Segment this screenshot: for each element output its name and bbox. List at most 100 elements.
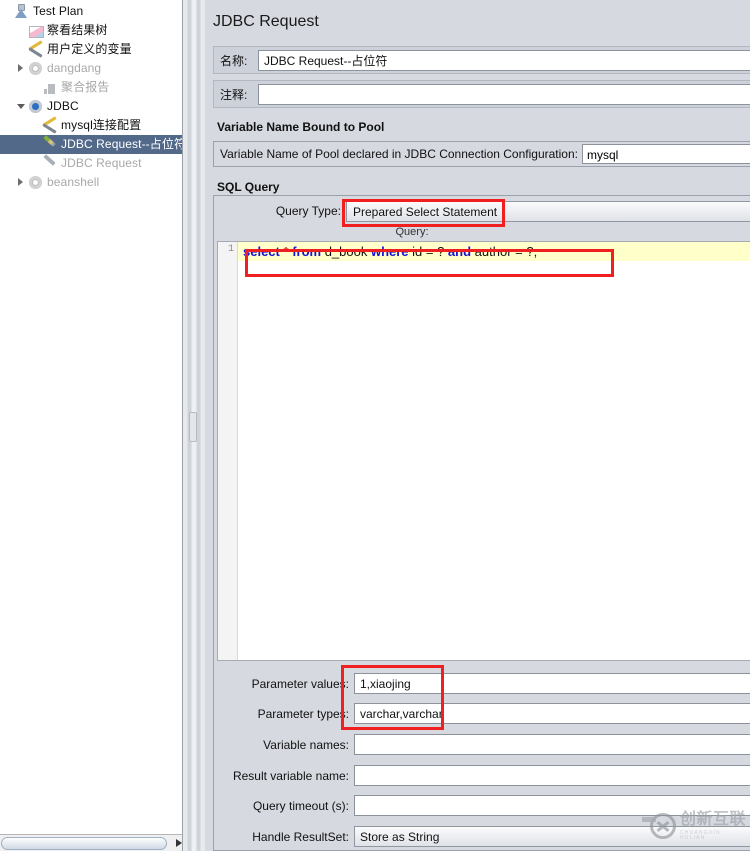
watermark-text: 创新互联 CHUANGXIN HULIAN (680, 811, 746, 841)
tree-toggle-placeholder (28, 116, 41, 135)
tree-item-label: Test Plan (33, 4, 84, 18)
sql-token: id = ? (408, 244, 448, 259)
tree-item[interactable]: JDBC Request (0, 154, 182, 173)
sql-token: d_book (321, 244, 371, 259)
sql-token: * (283, 244, 289, 259)
pool-variable-row: Variable Name of Pool declared in JDBC C… (213, 141, 750, 167)
sql-token: select (243, 244, 280, 259)
tree-item-label: dangdang (47, 61, 102, 75)
pencil-green-icon (41, 136, 59, 153)
result-variable-name-row: Result variable name: (214, 761, 750, 790)
watermark-x-circle-icon (650, 813, 676, 839)
tree-expand-toggle-icon[interactable] (14, 59, 27, 78)
tree-expand-toggle-icon[interactable] (14, 173, 27, 192)
tree-item[interactable]: mysql连接配置 (0, 116, 182, 135)
tree-item[interactable]: 聚合报告 (0, 78, 182, 97)
wrench-icon (27, 41, 45, 58)
page-title: JDBC Request (213, 13, 319, 30)
tree-item[interactable]: beanshell (0, 173, 182, 192)
parameter-types-label: Parameter types: (257, 706, 349, 721)
query-timeout-label: Query timeout (s): (252, 798, 349, 813)
tree-item-label: mysql连接配置 (61, 118, 142, 132)
parameter-values-input[interactable]: 1,xiaojing (354, 673, 750, 694)
tree-item[interactable]: 察看结果树 (0, 21, 182, 40)
tree-toggle-placeholder (28, 135, 41, 154)
line-number: 1 (227, 244, 234, 255)
tree-item-label: JDBC (47, 99, 79, 113)
result-variable-name-label: Result variable name: (232, 768, 349, 783)
name-label: 名称: (220, 53, 248, 68)
flask-icon (13, 3, 31, 20)
parameter-values-row: Parameter values: 1,xiaojing (214, 669, 750, 698)
sql-token: author = ?; (471, 244, 538, 259)
sql-code-line[interactable]: select * from d_book where id = ? and au… (238, 242, 750, 261)
tree-item-label: 用户定义的变量 (47, 42, 132, 56)
sql-token: where (370, 244, 409, 259)
gear-icon (27, 174, 45, 191)
gear-blue-icon (27, 98, 45, 115)
editor-line-number-gutter: 1 (218, 242, 238, 660)
name-input[interactable]: JDBC Request--占位符 (258, 49, 750, 71)
tree-item-label: 聚合报告 (61, 80, 110, 94)
pencil-icon (41, 155, 59, 172)
query-type-row: Query Type: Prepared Select Statement (214, 196, 750, 226)
tree-collapse-toggle-icon[interactable] (14, 97, 27, 116)
tree-item-label: 察看结果树 (47, 23, 108, 37)
wrench-icon (41, 117, 59, 134)
watermark-logo: 创新互联 CHUANGXIN HULIAN (642, 809, 746, 843)
horizontal-scrollbar[interactable] (0, 834, 182, 851)
tree-item-label: JDBC Request--占位符 (61, 137, 183, 151)
test-plan-tree-panel[interactable]: Test Plan 察看结果树用户定义的变量 dangdang 聚合报告 JDBC mys… (0, 0, 183, 851)
split-pane-grip[interactable] (189, 412, 197, 442)
result-variable-name-input[interactable] (354, 765, 750, 786)
comment-input[interactable] (258, 83, 750, 105)
variable-names-input[interactable] (354, 734, 750, 755)
query-type-select[interactable]: Prepared Select Statement (346, 200, 750, 222)
scrollbar-thumb[interactable] (1, 837, 167, 850)
view-results-tree-icon (27, 22, 45, 39)
tree-toggle-placeholder (14, 21, 27, 40)
tree-toggle-placeholder (0, 2, 13, 21)
pool-group-title: Variable Name Bound to Pool (217, 120, 385, 134)
editor-code-area[interactable]: select * from d_book where id = ? and au… (238, 242, 750, 660)
tree-toggle-placeholder (28, 78, 41, 97)
tree-item[interactable]: Test Plan (0, 2, 182, 21)
gear-icon (27, 60, 45, 77)
tree-item[interactable]: dangdang (0, 59, 182, 78)
tree-item[interactable]: 用户定义的变量 (0, 40, 182, 59)
parameter-types-row: Parameter types: varchar,varchar (214, 699, 750, 728)
query-type-label: Query Type: (275, 204, 341, 218)
tree-item[interactable]: JDBC Request--占位符 (0, 135, 182, 154)
parameter-types-input[interactable]: varchar,varchar (354, 703, 750, 724)
jdbc-request-editor-panel: JDBC Request 名称: JDBC Request--占位符 注释: V… (205, 0, 750, 851)
comment-label: 注释: (220, 87, 248, 102)
tree-item-label: JDBC Request (61, 156, 142, 170)
tree-item-label: beanshell (47, 175, 100, 189)
parameter-values-label: Parameter values: (251, 676, 349, 691)
scroll-right-arrow-icon[interactable] (176, 839, 182, 847)
variable-names-row: Variable names: (214, 730, 750, 759)
sql-query-editor[interactable]: 1 select * from d_book where id = ? and … (217, 241, 750, 661)
sql-token: and (447, 244, 472, 259)
variable-names-label: Variable names: (263, 737, 349, 752)
sql-query-group-title: SQL Query (217, 180, 280, 194)
pool-variable-input[interactable]: mysql (581, 144, 750, 164)
tree-toggle-placeholder (14, 40, 27, 59)
jmeter-window: Test Plan 察看结果树用户定义的变量 dangdang 聚合报告 JDBC mys… (0, 0, 750, 851)
test-plan-tree[interactable]: Test Plan 察看结果树用户定义的变量 dangdang 聚合报告 JDBC mys… (0, 2, 182, 192)
bar-chart-icon (41, 79, 59, 96)
tree-toggle-placeholder (28, 154, 41, 173)
tree-item[interactable]: JDBC (0, 97, 182, 116)
split-pane-divider[interactable] (183, 0, 205, 851)
comment-row: 注释: (213, 80, 750, 108)
sql-token: from (292, 244, 322, 259)
